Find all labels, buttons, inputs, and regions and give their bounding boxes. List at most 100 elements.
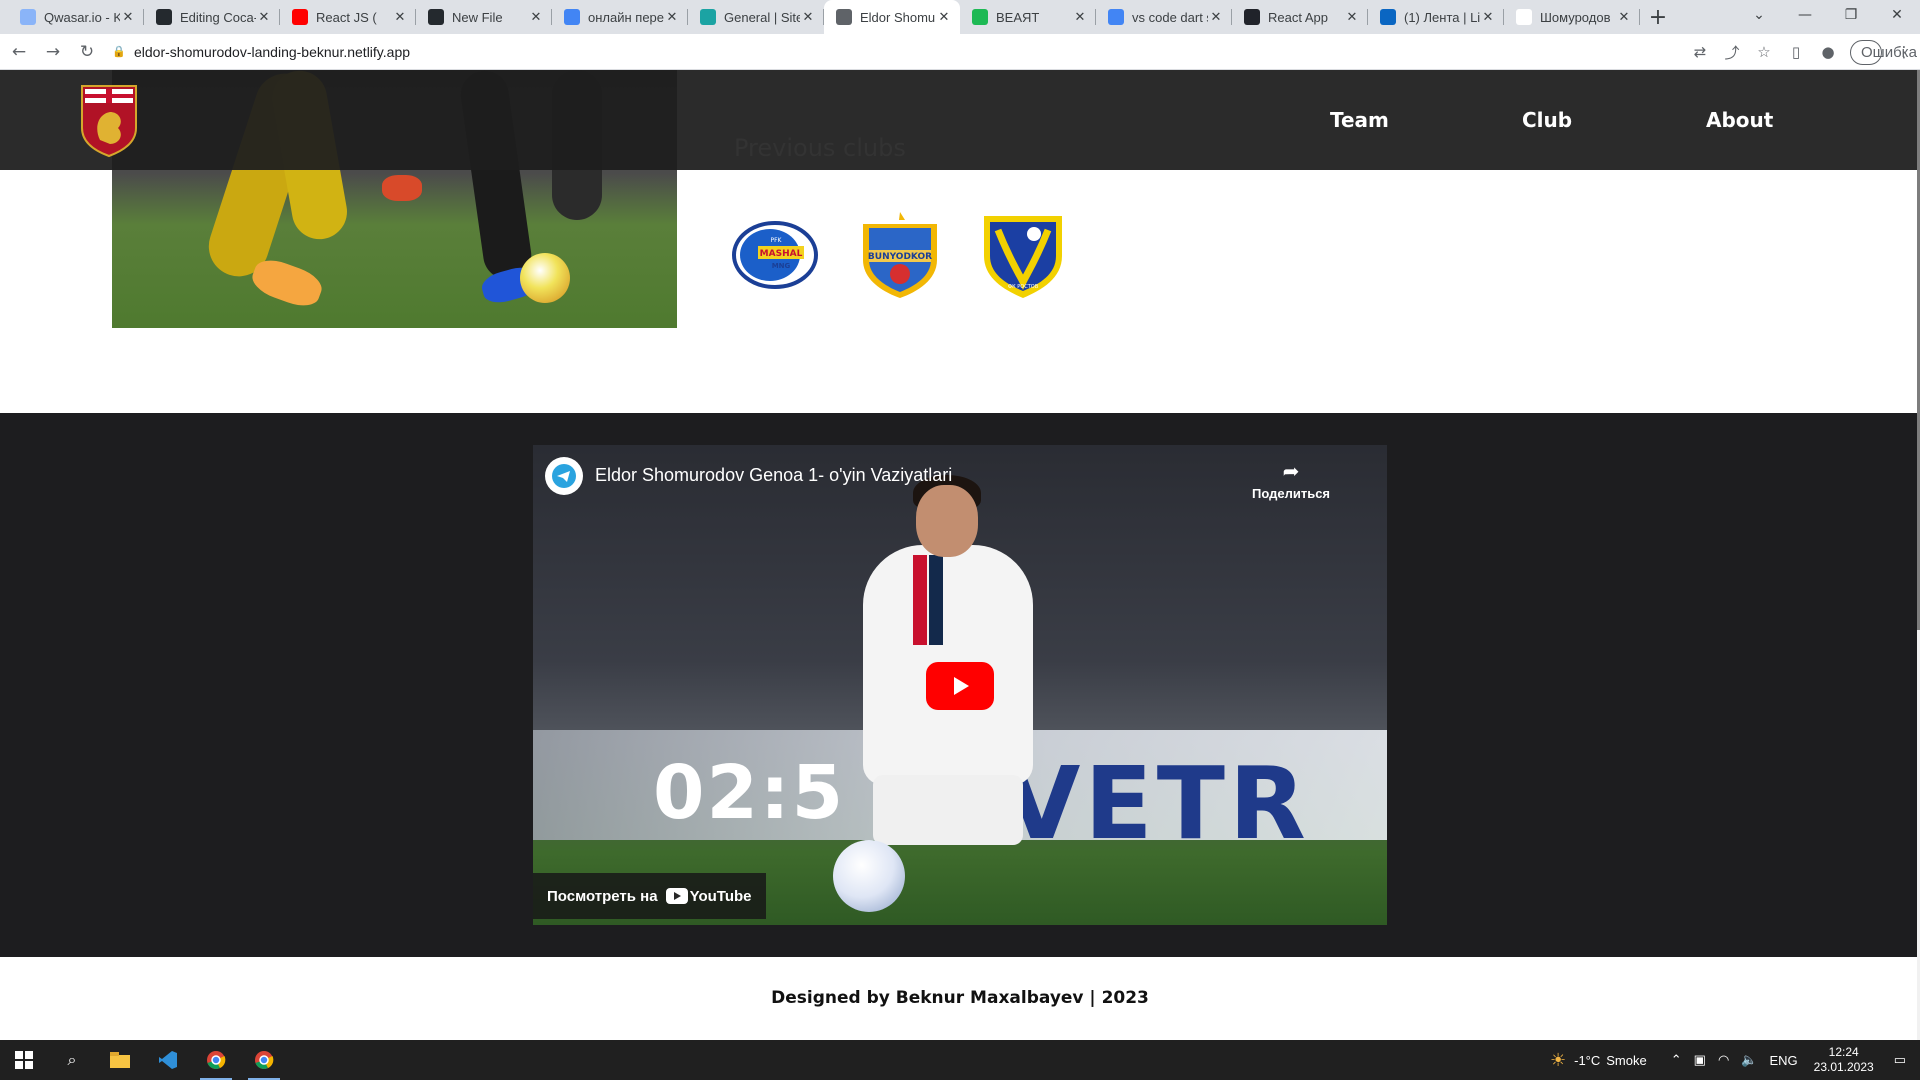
youtube-embed[interactable]: 02:5 VETR Eldor Shomurodov Genoa 1- o'yi… <box>533 445 1387 925</box>
tab-close-icon[interactable]: ✕ <box>392 10 408 25</box>
scoreboard-text: 02:5 <box>653 750 846 836</box>
svg-text:ФК РОСТОВ: ФК РОСТОВ <box>1008 284 1039 290</box>
youtube-logo-icon: YouTube <box>665 888 752 905</box>
mashal-club-logo: MASHAL MNG PFK <box>732 221 818 289</box>
close-window-button[interactable]: ✕ <box>1874 0 1920 30</box>
share-arrow-icon: ➦ <box>1282 461 1300 483</box>
minimize-button[interactable]: — <box>1782 0 1828 30</box>
tab-search-icon[interactable]: ⌄ <box>1736 0 1782 30</box>
side-panel-icon[interactable]: ▯ <box>1780 43 1812 61</box>
tab-label: New File <box>452 9 503 25</box>
tab-close-icon[interactable]: ✕ <box>800 10 816 25</box>
browser-tab[interactable]: New File ✕ <box>416 0 552 34</box>
page-viewport: Team Club About Previous clubs MASHAL MN… <box>0 70 1920 1040</box>
tab-close-icon[interactable]: ✕ <box>1208 10 1224 25</box>
error-button[interactable]: Ошибка <box>1850 39 1917 65</box>
google-icon <box>564 9 580 25</box>
clock-time: 12:24 <box>1828 1045 1859 1059</box>
lock-icon: 🔒 <box>112 46 126 58</box>
file-explorer-icon[interactable] <box>96 1040 144 1080</box>
browser-tab[interactable]: React JS (✕ <box>280 0 416 34</box>
football <box>520 253 570 303</box>
tab-close-icon[interactable]: ✕ <box>120 10 136 25</box>
weather-label: Smoke <box>1606 1052 1647 1068</box>
tab-close-icon[interactable]: ✕ <box>1344 10 1360 25</box>
player-head <box>916 485 978 557</box>
translate-icon[interactable]: ⇄ <box>1684 43 1716 61</box>
browser-tab[interactable]: vs code dart s ✕ <box>1096 0 1232 34</box>
sponsor-board-text: VETR <box>1003 745 1310 862</box>
svg-text:MASHAL: MASHAL <box>760 249 803 259</box>
v-icon <box>972 9 988 25</box>
tab-label: Editing Coca- <box>180 9 256 25</box>
tab-close-icon[interactable]: ✕ <box>936 10 952 25</box>
browser-tab[interactable]: Eldor Shomur ✕ <box>824 0 960 34</box>
browser-toolbar: ← → ↻ 🔒 eldor-shomurodov-landing-beknur.… <box>0 34 1920 70</box>
language-indicator[interactable]: ENG <box>1769 1053 1797 1068</box>
nav-link-club[interactable]: Club <box>1522 108 1572 132</box>
channel-telegram-avatar-icon[interactable] <box>545 457 583 495</box>
browser-tab[interactable]: Qwasar.io - K ✕ <box>8 0 144 34</box>
bookmark-star-icon[interactable]: ☆ <box>1748 43 1780 61</box>
github-icon <box>156 9 172 25</box>
tab-close-icon[interactable]: ✕ <box>1072 10 1088 25</box>
browser-tab[interactable]: ВЕАЯТ ✕ <box>960 0 1096 34</box>
jersey-stripe-blue <box>929 555 943 645</box>
new-tab-button[interactable]: + <box>1640 0 1676 34</box>
browser-tab[interactable]: React App ✕ <box>1232 0 1368 34</box>
react-icon <box>1244 9 1260 25</box>
url-text: eldor-shomurodov-landing-beknur.netlify.… <box>134 43 411 60</box>
browser-tab[interactable]: Editing Coca- ✕ <box>144 0 280 34</box>
video-football <box>833 840 905 912</box>
chrome-icon-2[interactable] <box>240 1040 288 1080</box>
tab-label: vs code dart s <box>1132 9 1208 25</box>
watch-on-youtube-button[interactable]: Посмотреть на YouTube <box>533 873 766 919</box>
maximize-button[interactable]: ❐ <box>1828 0 1874 30</box>
wifi-icon[interactable]: ◠ <box>1718 1052 1729 1068</box>
tab-close-icon[interactable]: ✕ <box>664 10 680 25</box>
tab-close-icon[interactable]: ✕ <box>1616 10 1632 25</box>
tab-close-icon[interactable]: ✕ <box>1480 10 1496 25</box>
tray-app-icon[interactable]: ▣ <box>1694 1052 1706 1068</box>
nav-link-about[interactable]: About <box>1706 108 1773 132</box>
system-tray: ☀ -1°C Smoke ⌃ ▣ ◠ 🔈 ENG 12:24 23.01.202… <box>1550 1040 1920 1080</box>
genoa-crest-logo[interactable] <box>80 84 138 158</box>
nav-link-team[interactable]: Team <box>1330 108 1389 132</box>
profile-avatar-icon[interactable]: ● <box>1812 43 1844 61</box>
youtube-play-button[interactable] <box>926 662 994 710</box>
back-button[interactable]: ← <box>4 37 34 67</box>
windows-start-icon[interactable] <box>0 1040 48 1080</box>
tab-label: React App <box>1268 9 1328 25</box>
browser-tab[interactable]: (1) Лента | Lir ✕ <box>1368 0 1504 34</box>
video-title[interactable]: Eldor Shomurodov Genoa 1- o'yin Vaziyatl… <box>595 465 952 486</box>
browser-tab[interactable]: General | Site ✕ <box>688 0 824 34</box>
tab-close-icon[interactable]: ✕ <box>256 10 272 25</box>
notifications-icon[interactable]: ▭ <box>1894 1052 1906 1068</box>
tab-close-icon[interactable]: ✕ <box>528 10 544 25</box>
browser-tab[interactable]: Шомуродов ✕ <box>1504 0 1640 34</box>
vscode-icon[interactable] <box>144 1040 192 1080</box>
player-shorts <box>873 775 1023 845</box>
youtube-icon <box>292 9 308 25</box>
clock-date: 23.01.2023 <box>1813 1060 1874 1074</box>
tray-chevron-icon[interactable]: ⌃ <box>1671 1052 1682 1068</box>
search-icon[interactable]: ⌕ <box>48 1040 96 1080</box>
share-button[interactable]: ➦ Поделиться <box>1251 459 1331 501</box>
menu-kebab-icon[interactable]: ⋮ <box>1888 43 1920 61</box>
weather-temp: -1°C <box>1574 1052 1601 1068</box>
share-icon[interactable]: ⤴ <box>1716 42 1748 63</box>
reload-button[interactable]: ↻ <box>72 37 102 67</box>
play-icon <box>954 677 969 695</box>
google-icon <box>1108 9 1124 25</box>
tab-label: General | Site <box>724 9 800 25</box>
window-controls: ⌄ — ❐ ✕ <box>1736 0 1920 34</box>
address-bar[interactable]: 🔒 eldor-shomurodov-landing-beknur.netlif… <box>112 38 1892 66</box>
footer-credits: Designed by Beknur Maxalbayev | 2023 <box>771 988 1149 1008</box>
forward-button[interactable]: → <box>38 37 68 67</box>
volume-icon[interactable]: 🔈 <box>1741 1052 1757 1068</box>
browser-tab[interactable]: онлайн пере ✕ <box>552 0 688 34</box>
weather-widget[interactable]: ☀ -1°C Smoke <box>1550 1050 1647 1071</box>
clock[interactable]: 12:24 23.01.2023 <box>1814 1045 1874 1075</box>
windows-taskbar: ⌕ ☀ -1°C Smoke ⌃ ▣ ◠ 🔈 ENG 12:24 23.01.2… <box>0 1040 1920 1080</box>
chrome-icon[interactable] <box>192 1040 240 1080</box>
